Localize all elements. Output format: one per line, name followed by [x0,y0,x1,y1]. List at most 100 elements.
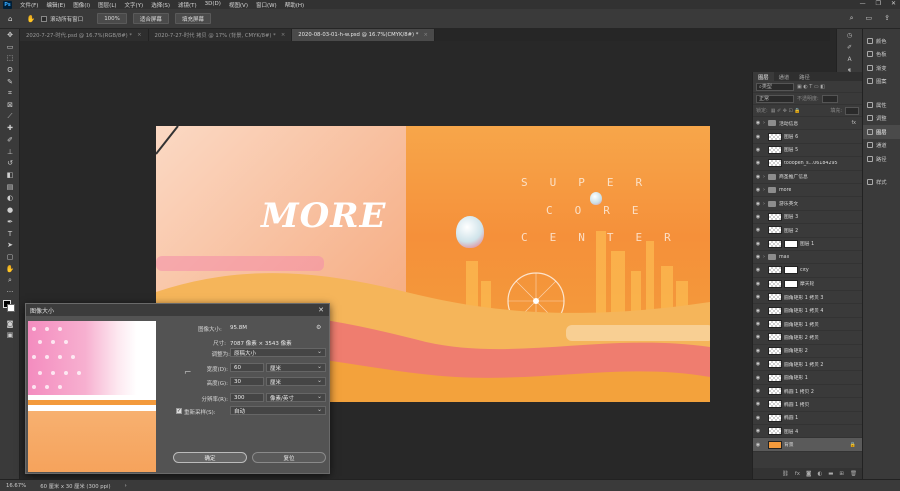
image-preview[interactable] [28,321,156,472]
hand-tool-icon[interactable]: ✋ [0,263,20,275]
layer-row[interactable]: ◉ › 活动信息 fx [753,117,862,131]
new-group-icon[interactable]: ▬ [828,471,833,477]
brush-panel-icon[interactable]: ✐ [837,41,862,53]
color-swatches-icon[interactable] [0,298,20,318]
close-icon[interactable]: ✕ [891,0,896,7]
ok-button[interactable]: 确定 [173,452,247,463]
layer-row[interactable]: ◉ 椭圆 1 拷贝 [753,398,862,412]
eraser-tool-icon[interactable]: ◧ [0,169,20,181]
checkbox-box[interactable] [41,15,48,22]
fill-screen-button[interactable]: 填充屏幕 [174,13,211,24]
layer-row[interactable]: ◉ 圆角矩形 1 拷贝 4 [753,304,862,318]
search-icon[interactable]: ⌕ [850,14,854,23]
visibility-eye-icon[interactable]: ◉ [753,442,763,448]
menu-item[interactable]: 文件(F) [16,1,42,9]
lock-icons[interactable]: ▦ ✐ ✥ ⊡ 🔒 [771,108,801,114]
lasso-tool-icon[interactable]: ʘ [0,64,20,76]
panel-shortcut[interactable]: 属性 [863,98,900,112]
panel-shortcut[interactable]: 调整 [863,112,900,126]
visibility-eye-icon[interactable]: ◉ [753,201,763,207]
zoom-status[interactable]: 16.67% [6,483,26,489]
link-constraint-icon[interactable]: ⌐ [184,368,192,378]
share-icon[interactable]: ⇪ [884,14,890,23]
tab-layers[interactable]: 图层 [753,72,774,81]
filter-icons[interactable]: ▣ ◐ T ▭ ◧ [797,84,825,90]
visibility-eye-icon[interactable]: ◉ [753,267,763,273]
layer-row[interactable]: ◉ 圆角矩形 1 拷贝 2 [753,358,862,372]
visibility-eye-icon[interactable]: ◉ [753,388,763,394]
layer-row[interactable]: ◉ 椭圆 1 [753,412,862,425]
menu-item[interactable]: 图层(L) [94,1,120,9]
zoom-100-button[interactable]: 100% [97,13,127,24]
tab-channels[interactable]: 通道 [774,72,795,81]
layer-row[interactable]: ◉ 圆角矩形 2 [753,345,862,359]
hand-tool-icon[interactable]: ✋ [26,15,35,23]
dimensions-value[interactable]: 7087 像素 × 3543 像素 [230,339,292,347]
layer-row[interactable]: ◉ › 游乐英文 [753,197,862,211]
panel-shortcut[interactable]: 色板 [863,48,900,62]
marquee-tool-icon[interactable]: ⬚ [0,52,20,64]
home-icon[interactable]: ⌂ [8,15,12,23]
gradient-tool-icon[interactable]: ▤ [0,181,20,193]
tab-doc-1[interactable]: 2020-7-27-时代.psd @ 16.7%(RGB/8#) * × [20,29,149,41]
layer-row[interactable]: ◉ 图层 5 [753,144,862,158]
scroll-all-windows-checkbox[interactable]: 滚动所有窗口 [41,15,83,23]
reset-button[interactable]: 复位 [252,452,326,463]
fx-badge-icon[interactable]: fx [851,121,856,126]
menu-item[interactable]: 帮助(H) [281,1,308,9]
layer-row[interactable]: ◉ 圆角矩形 1 拷贝 [753,318,862,332]
visibility-eye-icon[interactable]: ◉ [753,361,763,367]
panel-shortcut[interactable]: 颜色 [863,34,900,48]
new-layer-icon[interactable]: ⊞ [839,471,844,477]
visibility-eye-icon[interactable]: ◉ [753,401,763,407]
layer-row[interactable]: ◉ 图层 4 [753,425,862,439]
visibility-eye-icon[interactable]: ◉ [753,281,763,287]
layer-row[interactable]: ◉ 图层 6 [753,130,862,144]
fx-icon[interactable]: fx [795,471,800,477]
pen-tool-icon[interactable]: ✒ [0,216,20,228]
resolution-unit-select[interactable]: 像素/英寸 [266,393,326,402]
clone-stamp-icon[interactable]: ⊥ [0,146,20,158]
visibility-eye-icon[interactable]: ◉ [753,415,763,421]
fit-screen-button[interactable]: 适合屏幕 [132,13,169,24]
menu-item[interactable]: 窗口(W) [252,1,281,9]
visibility-eye-icon[interactable]: ◉ [753,348,763,354]
menu-item[interactable]: 3D(D) [201,1,225,9]
visibility-eye-icon[interactable]: ◉ [753,241,763,247]
status-arrow-icon[interactable]: › [125,483,127,489]
layer-row[interactable]: ◉ 摩天轮 [753,278,862,292]
visibility-eye-icon[interactable]: ◉ [753,227,763,233]
layer-row[interactable]: ◉ › more [753,184,862,198]
layer-row[interactable]: ◉ 图层 1 [753,238,862,251]
visibility-eye-icon[interactable]: ◉ [753,214,763,220]
history-brush-icon[interactable]: ↺ [0,158,20,170]
link-layers-icon[interactable]: ⛓ [782,471,789,477]
layer-row[interactable]: ◉ 椭圆 1 拷贝 2 [753,385,862,399]
resample-select[interactable]: 自动 [230,406,326,415]
type-tool-icon[interactable]: T [0,228,20,240]
maximize-icon[interactable]: ❐ [876,0,881,7]
panel-shortcut[interactable]: 渐变 [863,61,900,75]
eyedropper-tool-icon[interactable]: ⟋ [0,111,20,123]
menu-item[interactable]: 选择(S) [147,1,174,9]
brush-tool-icon[interactable]: ✐ [0,134,20,146]
height-unit-select[interactable]: 厘米 [266,377,326,386]
blur-tool-icon[interactable]: ◐ [0,193,20,205]
panel-shortcut[interactable]: 通道 [863,139,900,153]
quick-mask-icon[interactable]: ◙ [0,318,20,330]
blend-mode-select[interactable]: 正常 [756,94,794,103]
panel-shortcut[interactable]: 样式 [863,176,900,190]
path-select-icon[interactable]: ➤ [0,239,20,251]
history-icon[interactable]: ◷ [837,29,862,41]
more-tools-icon[interactable]: ··· [0,286,20,298]
resolution-input[interactable]: 300 [230,393,264,402]
layer-row[interactable]: ◉ › 商圣推广信息 [753,171,862,184]
close-tab-icon[interactable]: × [137,32,141,38]
close-tab-icon[interactable]: × [281,32,285,38]
visibility-eye-icon[interactable]: ◉ [753,428,763,434]
layer-row[interactable]: ◉ 背景 🔒 [753,438,862,452]
visibility-eye-icon[interactable]: ◉ [753,321,763,327]
layer-row[interactable]: ◉ 图层 3 [753,211,862,225]
panel-shortcut[interactable]: 图层 [863,125,900,139]
healing-brush-icon[interactable]: ✚ [0,123,20,135]
